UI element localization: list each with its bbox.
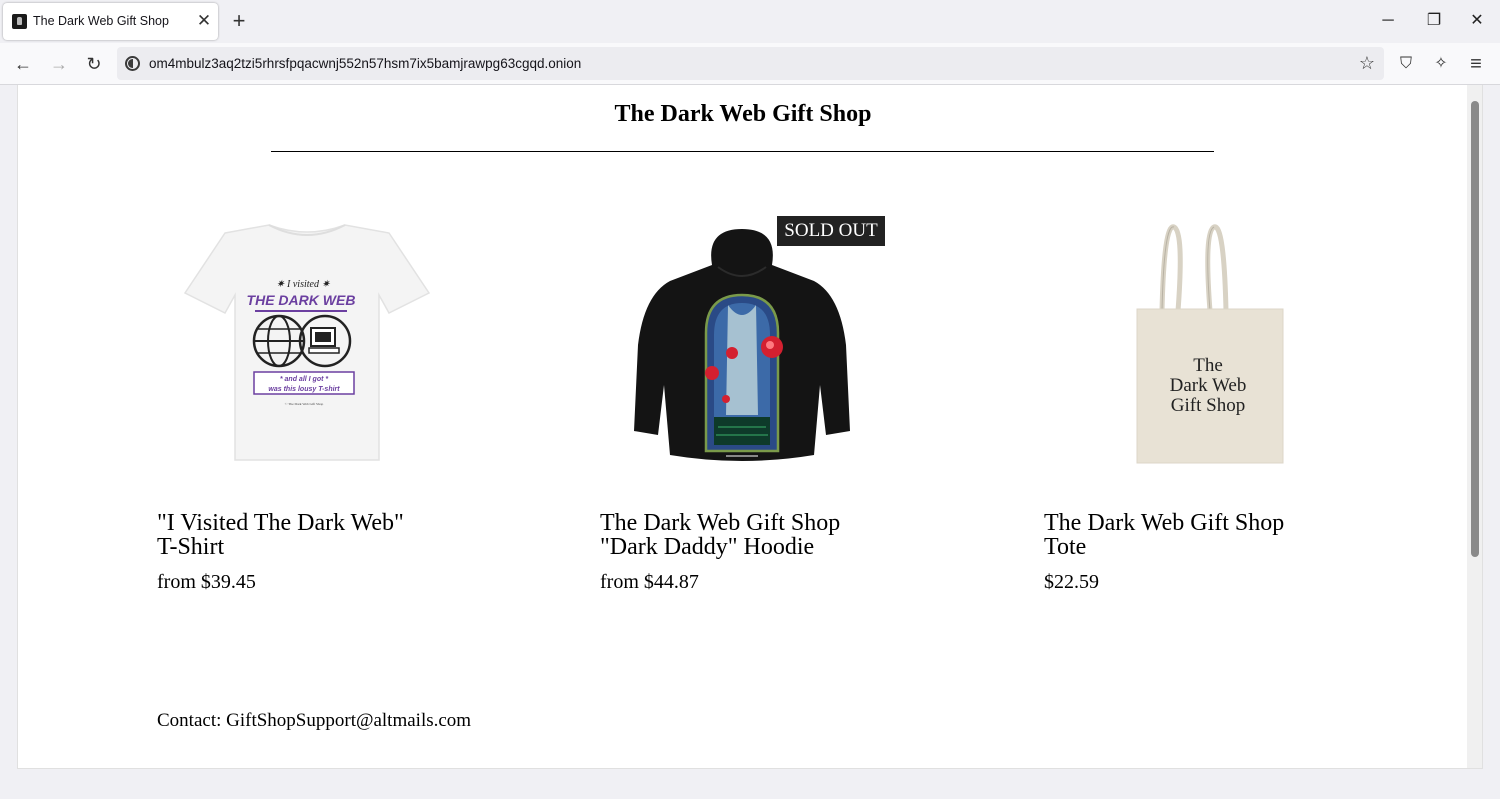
- shirt-print-box-line2: was this lousy T-shirt: [268, 386, 340, 393]
- restore-window-button[interactable]: ❐: [1420, 8, 1448, 34]
- product-title-line2: T-Shirt: [157, 534, 225, 560]
- product-card[interactable]: ✷ I visited ✷ THE DARK WEB * and all I g…: [157, 205, 457, 593]
- tote-print-line2: Dark Web: [1170, 375, 1247, 396]
- product-image-hoodie[interactable]: [600, 205, 900, 495]
- product-price: from $44.87: [600, 571, 699, 593]
- sold-out-badge: SOLD OUT: [777, 216, 885, 246]
- tote-print-line1: The: [1193, 355, 1223, 376]
- back-button[interactable]: ←: [10, 51, 36, 77]
- minimize-window-button[interactable]: ─: [1374, 8, 1402, 34]
- product-image-tshirt[interactable]: ✷ I visited ✷ THE DARK WEB * and all I g…: [157, 205, 457, 495]
- page-title: The Dark Web Gift Shop: [614, 101, 872, 127]
- product-title-line1: The Dark Web Gift Shop: [1044, 510, 1285, 536]
- product-title-line1: "I Visited The Dark Web": [157, 510, 404, 536]
- product-title[interactable]: The Dark Web Gift Shop "Dark Daddy" Hood…: [600, 511, 900, 559]
- close-tab-icon[interactable]: ✕: [195, 12, 213, 30]
- bookmark-star-icon[interactable]: ☆: [1356, 52, 1378, 74]
- contact-info: Contact: GiftShopSupport@altmails.com: [157, 710, 472, 731]
- tab-strip: The Dark Web Gift Shop ✕ + ─ ❐ ✕: [0, 0, 1500, 43]
- product-title[interactable]: "I Visited The Dark Web" T-Shirt: [157, 511, 457, 559]
- shirt-print-box-line1: * and all I got *: [280, 376, 329, 383]
- tab-title: The Dark Web Gift Shop: [33, 14, 169, 28]
- url-text[interactable]: om4mbulz3aq2tzi5rhrsfpqacwnj552n57hsm7ix…: [149, 56, 581, 71]
- product-title-line2: "Dark Daddy" Hoodie: [600, 534, 815, 560]
- page-viewport: The Dark Web Gift Shop ✷ I visited ✷ THE…: [17, 85, 1483, 769]
- site-favicon-icon: [12, 14, 27, 29]
- forward-button[interactable]: →: [46, 51, 72, 77]
- address-bar[interactable]: om4mbulz3aq2tzi5rhrsfpqacwnj552n57hsm7ix…: [117, 47, 1384, 80]
- shirt-print-top: ✷ I visited ✷: [276, 279, 330, 290]
- title-divider: [271, 151, 1214, 152]
- extensions-icon[interactable]: ✧: [1428, 51, 1454, 77]
- product-title-line2: Tote: [1044, 534, 1087, 560]
- onion-site-icon[interactable]: [125, 56, 140, 71]
- shirt-print-headline: THE DARK WEB: [247, 292, 356, 308]
- product-card[interactable]: The Dark Web Gift Shop The Dark Web Gift…: [1044, 205, 1344, 593]
- product-image-tote[interactable]: The Dark Web Gift Shop: [1044, 205, 1344, 495]
- product-title-line1: The Dark Web Gift Shop: [600, 510, 841, 536]
- new-tab-button[interactable]: +: [228, 10, 250, 32]
- shield-icon[interactable]: ⛉: [1393, 51, 1419, 77]
- tote-print-line3: Gift Shop: [1171, 395, 1245, 416]
- navigation-toolbar: ← → ↻ om4mbulz3aq2tzi5rhrsfpqacwnj552n57…: [0, 43, 1500, 85]
- close-window-button[interactable]: ✕: [1463, 8, 1491, 34]
- product-price: from $39.45: [157, 571, 256, 593]
- product-title[interactable]: The Dark Web Gift Shop Tote: [1044, 511, 1344, 559]
- product-card[interactable]: The Dark Web Gift Shop "Dark Daddy" Hood…: [600, 205, 900, 593]
- window-bottom-edge: [0, 769, 1500, 799]
- product-price: $22.59: [1044, 571, 1099, 593]
- scrollbar-thumb[interactable]: [1471, 101, 1479, 557]
- reload-button[interactable]: ↻: [81, 51, 107, 77]
- browser-tab[interactable]: The Dark Web Gift Shop ✕: [3, 3, 218, 40]
- shirt-print-footer: © The Dark Web Gift Shop: [285, 401, 324, 406]
- menu-icon[interactable]: ≡: [1463, 51, 1489, 77]
